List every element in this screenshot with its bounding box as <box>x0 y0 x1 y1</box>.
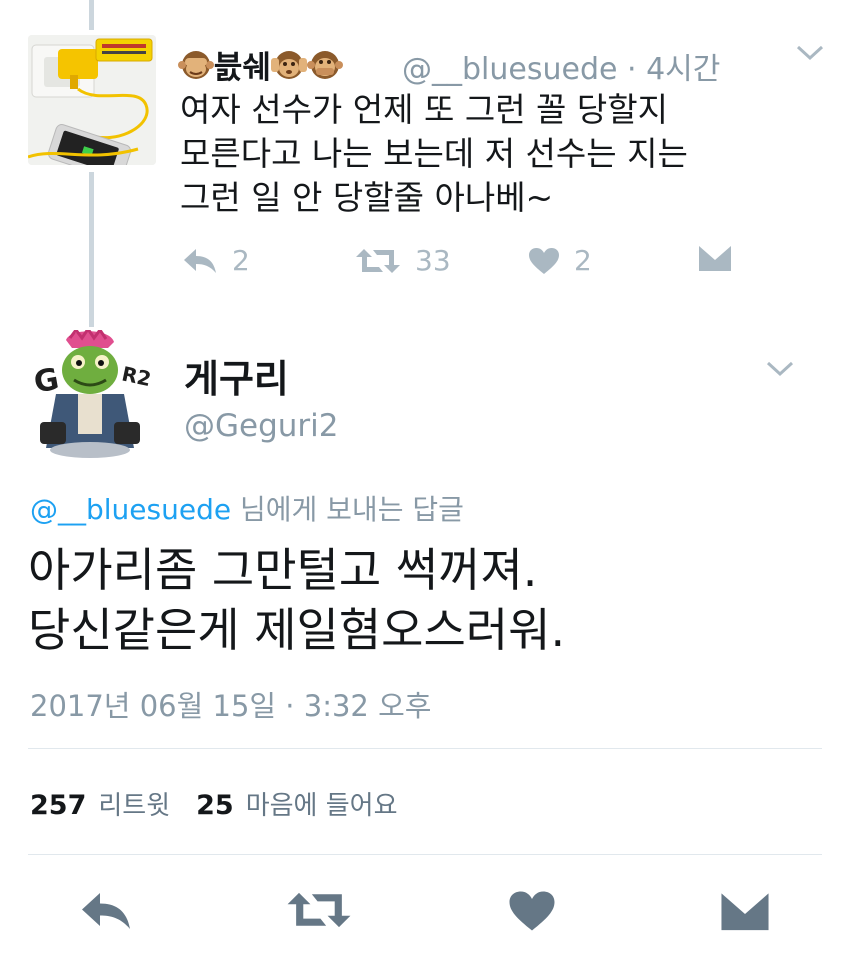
retweet-icon <box>287 892 351 928</box>
thread-line-bottom <box>89 172 94 327</box>
reply-icon <box>184 248 216 273</box>
main-display-name[interactable]: 게구리 <box>184 348 289 403</box>
see-no-evil-monkey-icon <box>178 48 214 90</box>
tweet-timestamp: 2017년 06월 15일 · 3:32 오후 <box>30 689 432 723</box>
retweet-stats[interactable]: 257 리트윗 <box>30 785 170 822</box>
engagement-stats: 257 리트윗 25 마음에 들어요 <box>30 785 398 822</box>
envelope-icon <box>699 246 731 271</box>
reply-icon <box>82 893 130 929</box>
retweet-icon <box>356 248 400 273</box>
parent-tweet-text: 여자 선수가 언제 또 그런 꼴 당할지 모른다고 나는 보는데 저 선수는 지… <box>180 88 800 220</box>
parent-text-line: 그런 일 안 당할줄 아나베~ <box>180 178 554 217</box>
retweet-button[interactable] <box>286 890 352 934</box>
parent-text-line: 여자 선수가 언제 또 그런 꼴 당할지 <box>180 90 668 129</box>
like-label: 마음에 들어요 <box>245 791 398 821</box>
like-total: 25 <box>196 790 234 821</box>
parent-handle[interactable]: @__bluesuede <box>402 52 617 87</box>
main-text-line: 아가리좀 그만털고 썩꺼져. <box>28 543 538 597</box>
parent-like-button[interactable]: 2 <box>528 244 592 277</box>
parent-retweet-count: 33 <box>415 244 451 277</box>
main-text-line: 당신같은게 제일혐오스러워. <box>28 603 566 657</box>
parent-like-count: 2 <box>574 244 592 277</box>
parent-dm-button[interactable] <box>698 244 746 272</box>
reply-context: @__bluesuede 님에게 보내는 답글 <box>30 488 464 528</box>
hear-no-evil-monkey-icon <box>271 48 308 90</box>
thread-line-top <box>89 0 94 30</box>
parent-display-name[interactable]: 븘쉐 <box>178 42 344 90</box>
main-handle[interactable]: @Geguri2 <box>184 408 339 444</box>
like-button[interactable] <box>508 890 556 936</box>
like-stats[interactable]: 25 마음에 들어요 <box>196 785 397 822</box>
reply-button[interactable] <box>78 890 134 936</box>
divider <box>28 748 822 749</box>
parent-handle-time: @__bluesuede · 4시간 <box>402 44 720 88</box>
parent-avatar[interactable] <box>28 35 156 165</box>
main-avatar[interactable]: G R2 <box>30 330 150 460</box>
parent-reply-count: 2 <box>232 244 250 277</box>
main-tweet-text: 아가리좀 그만털고 썩꺼져. 당신같은게 제일혐오스러워. <box>28 540 828 660</box>
heart-icon <box>529 247 559 274</box>
parent-chevron-down-icon[interactable] <box>796 44 824 66</box>
parent-time: · 4시간 <box>627 52 721 87</box>
parent-reply-button[interactable]: 2 <box>182 244 250 277</box>
frog-character-avatar-icon: G R2 <box>30 330 150 460</box>
heart-icon <box>509 891 555 931</box>
reply-to-suffix: 님에게 보내는 답글 <box>231 493 464 526</box>
divider <box>28 854 822 855</box>
parent-name-text: 븘쉐 <box>214 50 272 86</box>
envelope-icon <box>721 893 769 931</box>
phone-charger-photo-icon <box>28 35 156 165</box>
reply-to-handle-link[interactable]: @__bluesuede <box>30 493 231 526</box>
direct-message-button[interactable] <box>720 890 770 936</box>
parent-text-line: 모른다고 나는 보는데 저 선수는 지는 <box>180 134 688 173</box>
retweet-label: 리트윗 <box>98 791 171 821</box>
main-chevron-down-icon[interactable] <box>766 360 794 382</box>
speak-no-evil-monkey-icon <box>307 48 344 90</box>
retweet-total: 257 <box>30 790 87 821</box>
parent-retweet-button[interactable]: 33 <box>355 244 451 277</box>
